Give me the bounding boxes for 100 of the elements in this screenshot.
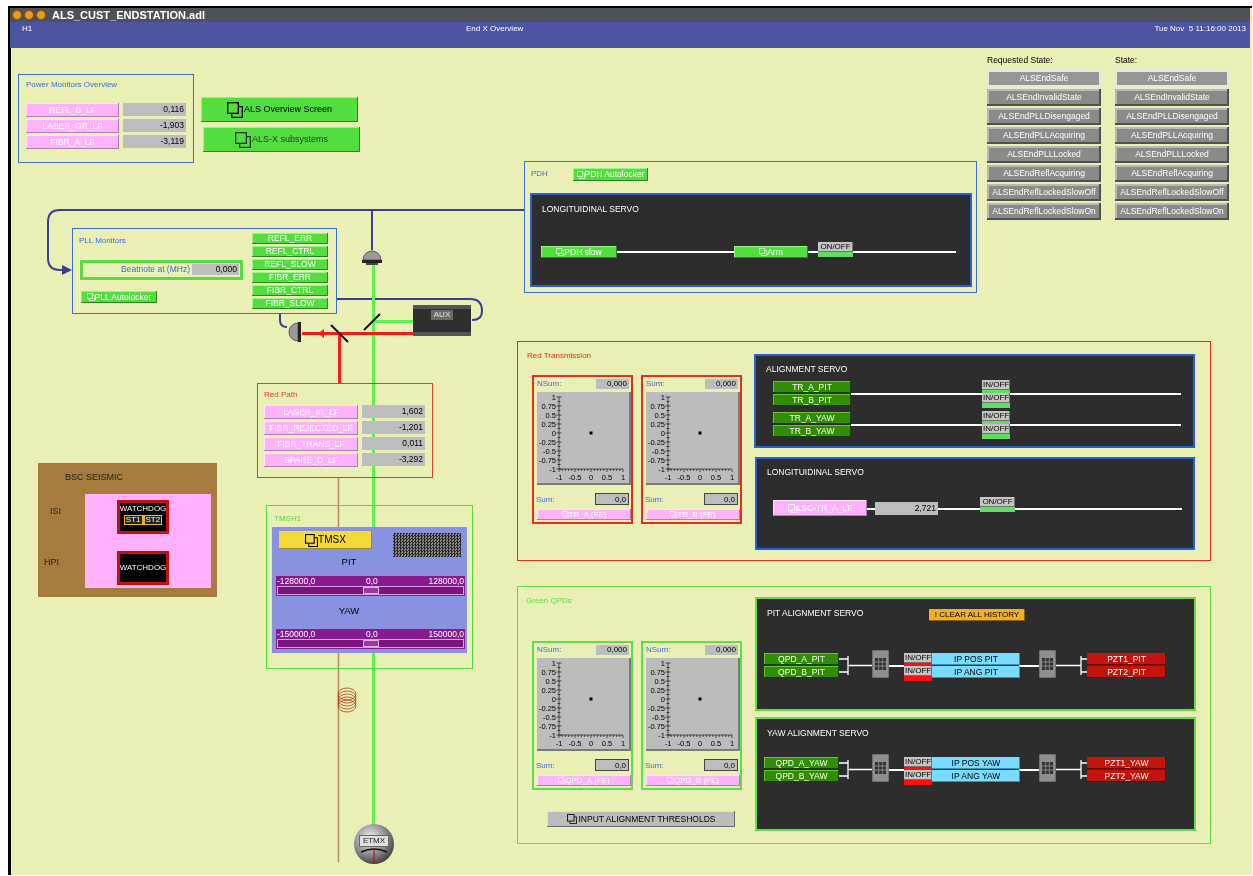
state-button[interactable]: ALSEndSafe [987, 70, 1101, 87]
windows-icon [667, 777, 675, 784]
signal-button[interactable]: QPD_A_YAW [764, 757, 839, 769]
field-label: NSum: [646, 646, 671, 654]
actuator-button[interactable]: PZT1_PIT [1087, 653, 1166, 665]
toggle-button[interactable]: IN/OFF [982, 393, 1010, 403]
state-button[interactable]: ALSEndReflLockedSlowOn [1115, 203, 1229, 220]
slider-track[interactable] [277, 639, 464, 648]
value-display: 0,000 [596, 379, 629, 389]
slider[interactable]: -128000,0 0,0 128000,0 [276, 576, 465, 596]
column-label: State: [1115, 56, 1139, 67]
data-point [698, 697, 702, 701]
output-button[interactable]: IP POS YAW [932, 757, 1020, 769]
x-axis [558, 734, 624, 739]
signal-button[interactable]: TR_A_YAW [773, 412, 851, 424]
signal-button[interactable]: REFL_ERR [252, 233, 328, 244]
toggle-button[interactable]: ON/OFF [980, 497, 1015, 507]
state-button[interactable]: ALSEndReflLockedSlowOff [1115, 184, 1229, 201]
toggle-button[interactable]: ON/OFF [818, 242, 853, 252]
field-label: NSum: [537, 380, 562, 388]
windows-icon [670, 511, 678, 518]
etmx-label: ETMX [359, 835, 389, 847]
output-button[interactable]: IP ANG PIT [932, 666, 1020, 678]
dotted-display [393, 533, 461, 557]
signal-button[interactable]: REFL_SLOW [252, 259, 328, 270]
data-point [698, 431, 702, 435]
value-display: 0,116 [123, 103, 186, 116]
servo-button[interactable]: PDH slow [541, 246, 617, 258]
panel-title: TMSH1 [274, 515, 302, 523]
signal-button[interactable]: TR_B_PIT [773, 394, 851, 406]
photodetector-icon [362, 250, 382, 265]
minimize-button[interactable] [24, 10, 34, 20]
state-button[interactable]: ALSEndPLLLocked [1115, 146, 1229, 163]
servo-button[interactable]: Arm [734, 246, 808, 258]
screen-link-button[interactable]: ALS-X subsystems [203, 127, 360, 152]
data-point [589, 431, 593, 435]
signal-button[interactable]: QPD_B_PIT [764, 666, 839, 678]
watchdog-label: WATCHDOG [119, 505, 167, 513]
value-display: 2,721 [875, 502, 938, 515]
state-button[interactable]: ALSEndReflAcquiring [1115, 165, 1229, 182]
maximize-button[interactable] [36, 10, 46, 20]
signal-button[interactable]: QPD_A_PIT [764, 653, 839, 665]
field-label: Sum: [536, 762, 555, 770]
autolocker-button[interactable]: PLL Autolocker [81, 291, 157, 303]
output-button[interactable]: IP ANG YAW [932, 770, 1020, 782]
state-button[interactable]: ALSEndSafe [1115, 70, 1229, 87]
signal-button[interactable]: FIBR_SLOW [252, 298, 328, 309]
state-button[interactable]: ALSEndPLLDisengaged [987, 108, 1101, 125]
value-display: -3,119 [123, 135, 186, 148]
toggle-button[interactable]: IN/OFF [982, 411, 1010, 421]
toggle-button[interactable]: IN/OFF [904, 666, 932, 676]
photodetector-icon [288, 322, 301, 342]
screen-link-button[interactable]: ALS Overview Screen [201, 97, 358, 122]
signal-button[interactable]: FIBR_ERR [252, 272, 328, 283]
x-axis [667, 734, 733, 739]
actuator-button[interactable]: PZT2_YAW [1087, 770, 1166, 782]
signal-button[interactable]: TR_A_PIT [773, 381, 851, 393]
coil-icon [337, 687, 357, 713]
toggle-button[interactable]: IN/OFF [982, 424, 1010, 434]
toggle-button[interactable]: IN/OFF [982, 380, 1010, 390]
screen-link-button[interactable]: INPUT ALIGNMENT THRESHOLDS [547, 811, 735, 827]
state-button[interactable]: ALSEndInvalidState [1115, 89, 1229, 106]
state-button[interactable]: ALSEndReflLockedSlowOn [987, 203, 1101, 220]
signal-button[interactable]: TR_B_YAW [773, 425, 851, 437]
state-button[interactable]: ALSEndPLLLocked [987, 146, 1101, 163]
close-button[interactable] [12, 10, 22, 20]
actuator-button[interactable]: PZT2_PIT [1087, 666, 1166, 678]
panel-title: PLL Monitors [79, 237, 126, 245]
slider-track[interactable] [277, 586, 464, 595]
signal-button[interactable]: REFL_CTRL [252, 246, 328, 257]
state-button[interactable]: ALSEndInvalidState [987, 89, 1101, 106]
state-button[interactable]: ALSEndPLLDisengaged [1115, 108, 1229, 125]
toggle-button[interactable]: IN/OFF [904, 653, 932, 663]
output-button[interactable]: IP POS PIT [932, 653, 1020, 665]
state-button[interactable]: ALSEndReflAcquiring [987, 165, 1101, 182]
clear-history-button[interactable]: ! CLEAR ALL HISTORY [929, 609, 1025, 621]
scale-label: 150000,0 [428, 629, 464, 639]
windows-icon [787, 503, 797, 513]
readout-label: Beatnote at (MHz) [121, 264, 190, 275]
slider-thumb[interactable] [362, 587, 379, 594]
state-button[interactable]: ALSEndPLLAcquiring [1115, 127, 1229, 144]
data-point [589, 697, 593, 701]
connector-line [1019, 665, 1040, 667]
value-display: 0,000 [192, 264, 239, 275]
value-display: 0,000 [596, 645, 629, 655]
scale-label: 0,0 [366, 629, 378, 639]
toggle-button[interactable]: IN/OFF [904, 770, 932, 780]
slider[interactable]: -150000,0 0,0 150000,0 [276, 629, 465, 649]
axis-label: PIT [340, 557, 358, 567]
signal-button[interactable]: FIBR_CTRL [252, 285, 328, 296]
screen-link-button[interactable]: TMSX [279, 531, 372, 549]
state-button[interactable]: ALSEndReflLockedSlowOff [987, 184, 1101, 201]
panel-title: PDH [531, 170, 548, 178]
state-button[interactable]: ALSEndPLLAcquiring [987, 127, 1101, 144]
slider-thumb[interactable] [362, 640, 379, 647]
actuator-button[interactable]: PZT1_YAW [1087, 757, 1166, 769]
toggle-button[interactable]: IN/OFF [904, 757, 932, 767]
autolocker-button[interactable]: PDH Autolocker [573, 168, 648, 181]
signal-button[interactable]: QPD_B_YAW [764, 770, 839, 782]
windows-icon [561, 511, 569, 518]
